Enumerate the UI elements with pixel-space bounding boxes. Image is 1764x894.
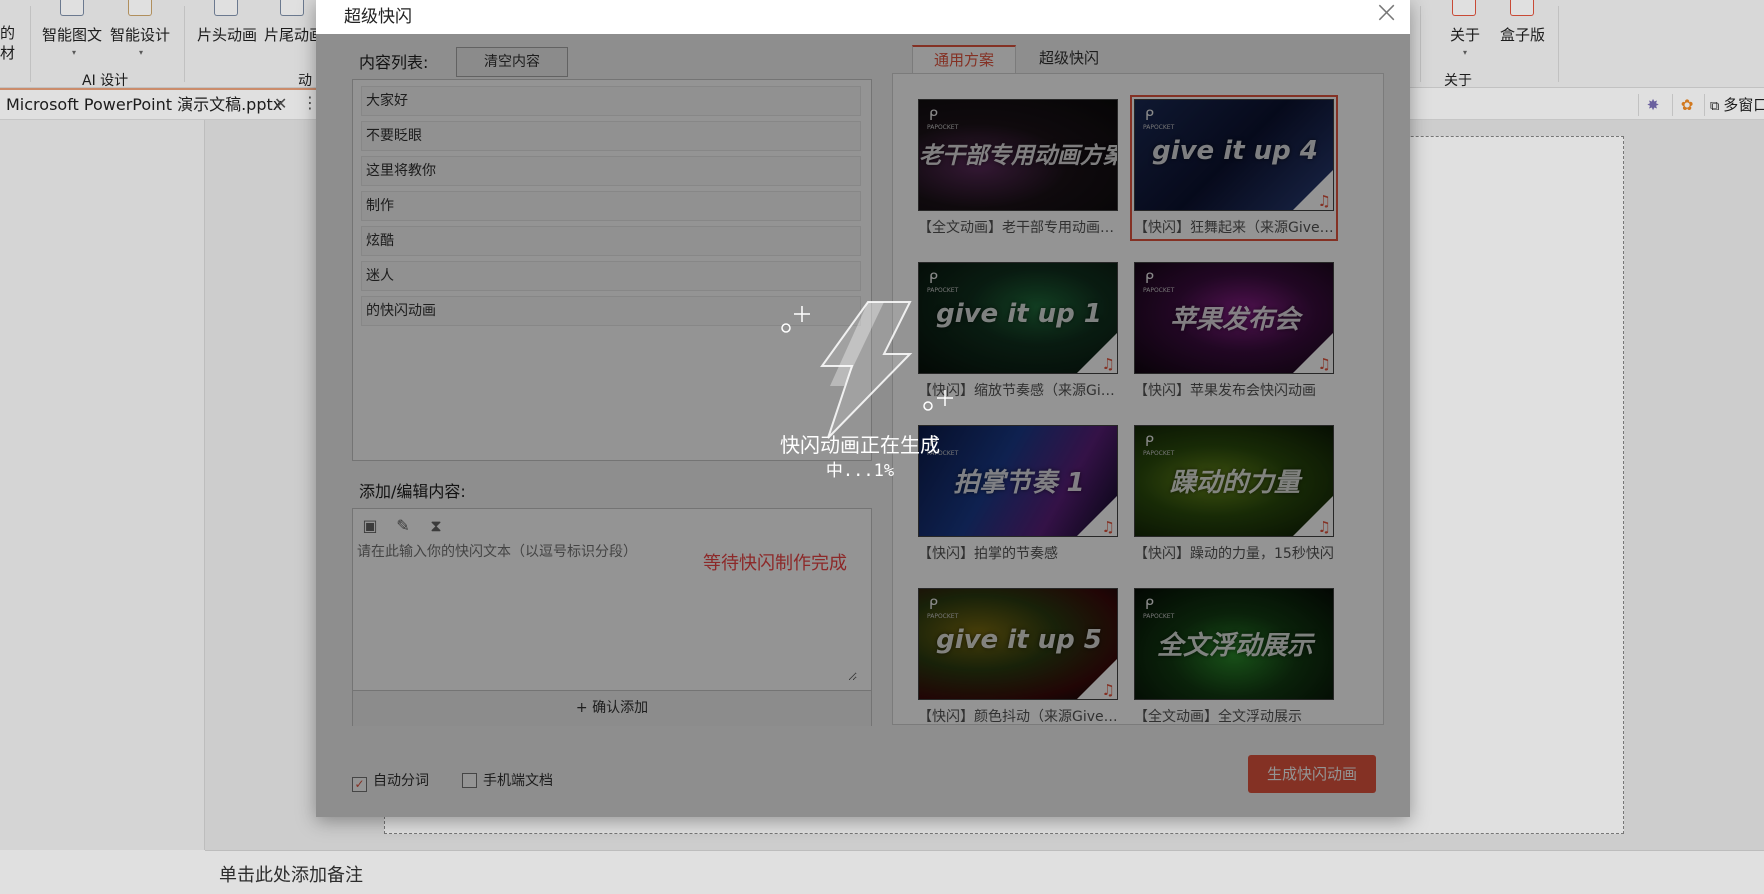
close-icon[interactable]: × [1374, 0, 1399, 28]
dialog-title: 超级快闪 [344, 7, 412, 27]
progress-line-2: 中...1% [825, 461, 895, 481]
progress-status: 快闪动画正在生成 中...1% [760, 432, 960, 484]
progress-line-1: 快闪动画正在生成 [780, 433, 940, 457]
